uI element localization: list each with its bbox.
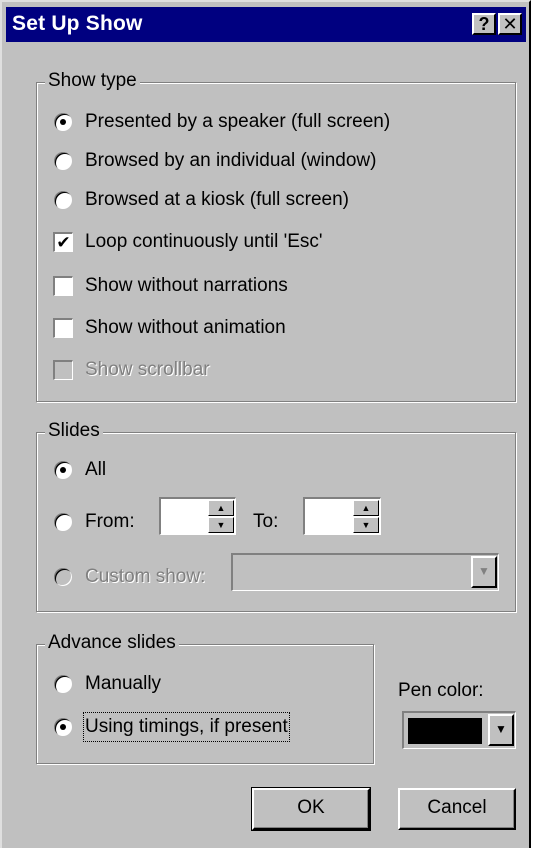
show-type-legend: Show type bbox=[45, 70, 140, 92]
checkbox-label: Show without narrations bbox=[85, 275, 288, 296]
checkbox-indicator[interactable] bbox=[53, 318, 73, 338]
from-slide-spinner[interactable]: ▲ ▼ bbox=[159, 497, 236, 535]
spin-down-icon[interactable]: ▼ bbox=[353, 517, 379, 533]
pen-color-swatch bbox=[408, 718, 482, 744]
set-up-show-dialog: Set Up Show ? ✕ Show type Presented by a… bbox=[0, 0, 531, 848]
radio-label: Browsed by an individual (window) bbox=[85, 150, 377, 171]
radio-label: Using timings, if present bbox=[83, 712, 290, 742]
radio-label: All bbox=[85, 459, 107, 480]
radio-label: Presented by a speaker (full screen) bbox=[85, 111, 391, 132]
slides-group: Slides All From: ▲ ▼ To: ▲ ▼ Custom show… bbox=[36, 420, 516, 612]
to-label: To: bbox=[253, 511, 279, 532]
radio-indicator[interactable] bbox=[53, 674, 73, 694]
help-button[interactable]: ? bbox=[472, 13, 496, 35]
radio-label: Manually bbox=[85, 673, 162, 694]
advance-slides-legend: Advance slides bbox=[45, 632, 179, 654]
advance-slides-group: Advance slides Manually Using timings, i… bbox=[36, 632, 374, 764]
checkmark-icon[interactable]: ✔ bbox=[53, 232, 73, 252]
spin-up-icon[interactable]: ▲ bbox=[208, 500, 234, 516]
chevron-down-icon[interactable]: ▼ bbox=[488, 714, 514, 746]
ok-button[interactable]: OK bbox=[251, 787, 371, 831]
custom-show-dropdown: ▼ bbox=[231, 553, 499, 591]
pen-color-dropdown[interactable]: ▼ bbox=[402, 711, 516, 749]
close-icon: ✕ bbox=[502, 14, 518, 34]
pen-color-label: Pen color: bbox=[398, 680, 484, 701]
spin-up-icon[interactable]: ▲ bbox=[353, 500, 379, 516]
checkbox-label: Show scrollbar bbox=[85, 359, 210, 380]
to-slide-spinner[interactable]: ▲ ▼ bbox=[303, 497, 381, 535]
checkbox-indicator[interactable] bbox=[53, 276, 73, 296]
chevron-down-icon: ▼ bbox=[471, 556, 497, 588]
radio-label: Custom show: bbox=[85, 566, 206, 587]
slides-legend: Slides bbox=[45, 420, 103, 442]
radio-indicator[interactable] bbox=[53, 460, 73, 480]
show-type-group: Show type Presented by a speaker (full s… bbox=[36, 70, 516, 402]
radio-indicator[interactable] bbox=[53, 112, 73, 132]
title-bar[interactable]: Set Up Show ? ✕ bbox=[6, 7, 526, 42]
radio-label: From: bbox=[85, 511, 135, 532]
radio-label: Browsed at a kiosk (full screen) bbox=[85, 189, 349, 210]
radio-indicator[interactable] bbox=[53, 151, 73, 171]
radio-indicator[interactable] bbox=[53, 190, 73, 210]
checkbox-label: Show without animation bbox=[85, 317, 286, 338]
radio-indicator[interactable] bbox=[53, 717, 73, 737]
spin-down-icon[interactable]: ▼ bbox=[208, 517, 234, 533]
checkbox-indicator bbox=[53, 360, 73, 380]
radio-indicator[interactable] bbox=[53, 512, 73, 532]
window-title: Set Up Show bbox=[12, 12, 143, 35]
radio-indicator bbox=[53, 567, 73, 587]
cancel-button[interactable]: Cancel bbox=[398, 788, 516, 830]
close-button[interactable]: ✕ bbox=[498, 13, 522, 35]
help-icon: ? bbox=[478, 14, 490, 34]
checkbox-label: Loop continuously until 'Esc' bbox=[85, 231, 323, 252]
